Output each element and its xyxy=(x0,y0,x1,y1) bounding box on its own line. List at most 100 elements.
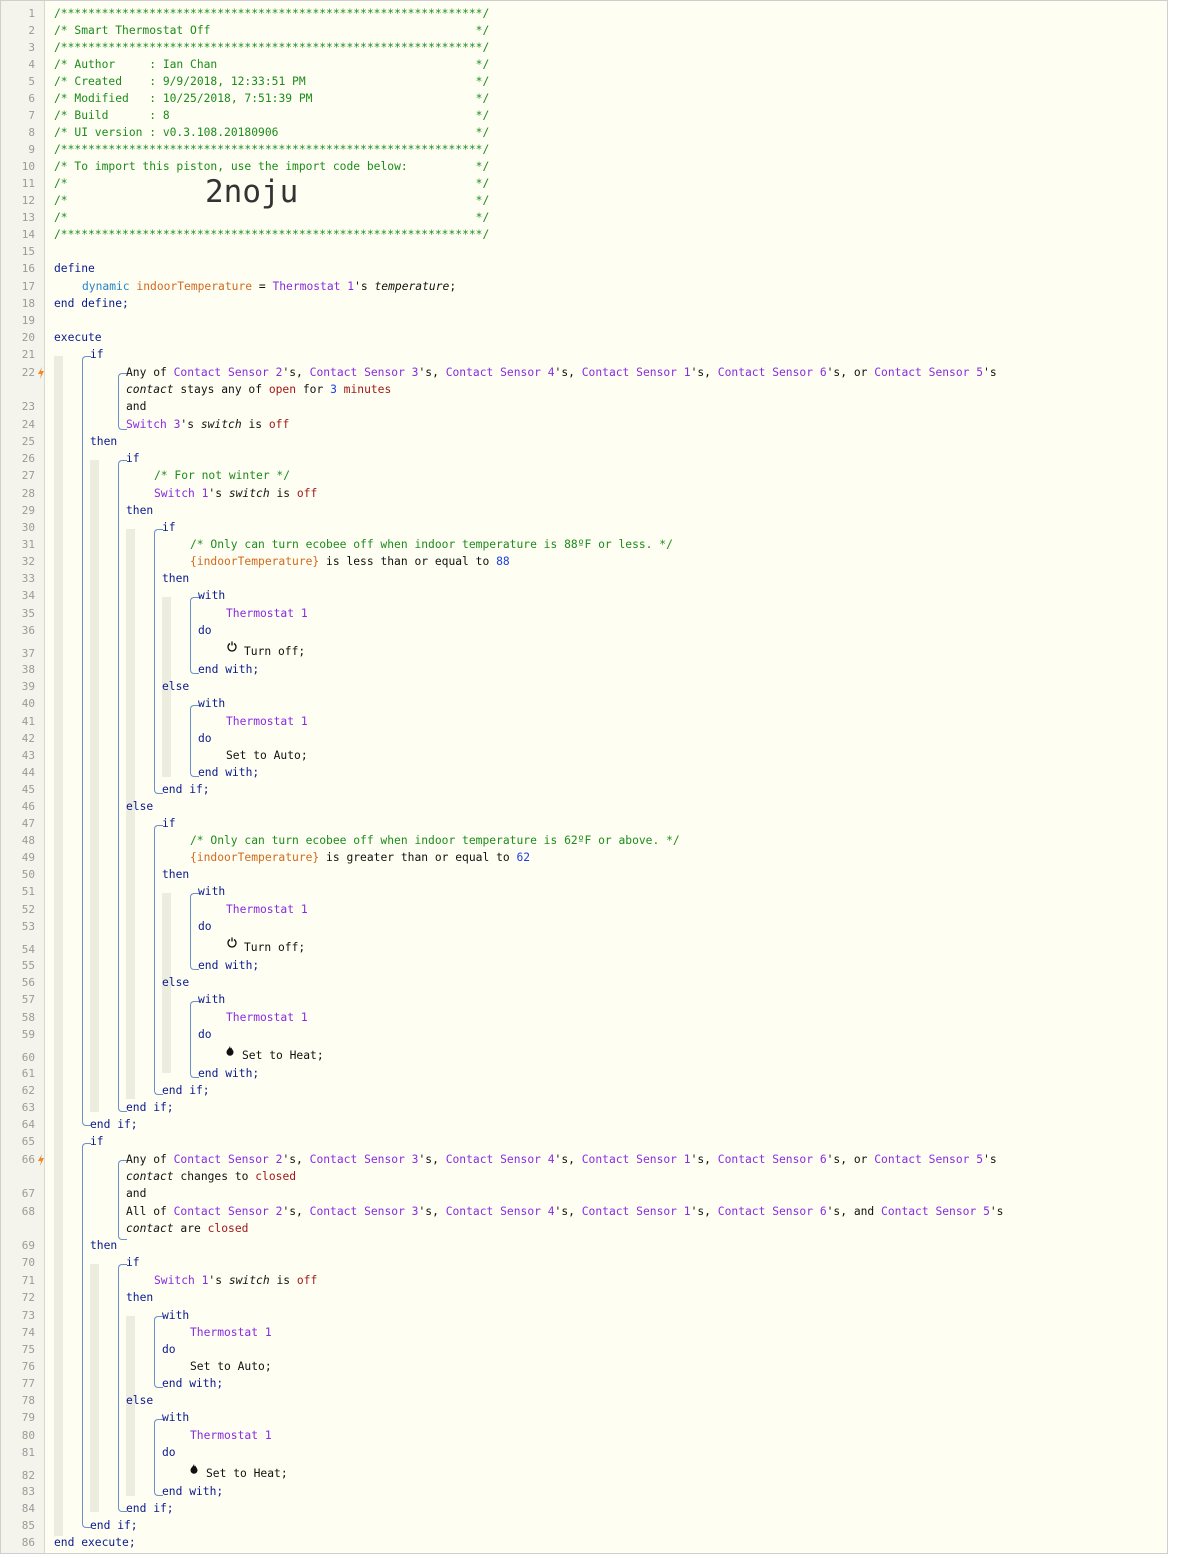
code-line[interactable]: with xyxy=(198,589,225,603)
token-dev[interactable]: Contact Sensor 3 xyxy=(310,1153,419,1166)
code-line[interactable]: if xyxy=(126,1256,140,1270)
code-line[interactable]: Any of Contact Sensor 2's, Contact Senso… xyxy=(126,366,997,380)
code-line[interactable]: else xyxy=(126,800,153,814)
code-line[interactable]: then xyxy=(90,435,117,449)
token-dev[interactable]: Contact Sensor 5 xyxy=(874,366,983,379)
code-line[interactable]: else xyxy=(162,976,189,990)
token-dev[interactable]: Contact Sensor 2 xyxy=(174,1153,283,1166)
code-line[interactable]: else xyxy=(162,680,189,694)
code-line[interactable]: then xyxy=(90,1239,117,1253)
code-line[interactable]: else xyxy=(126,1394,153,1408)
code-line[interactable]: do xyxy=(162,1446,176,1460)
code-line[interactable]: Switch 1's switch is off xyxy=(154,487,317,501)
code-line[interactable]: then xyxy=(126,504,153,518)
code-line[interactable]: Set to Auto; xyxy=(190,1360,272,1374)
token-dev[interactable]: Contact Sensor 2 xyxy=(174,1205,283,1218)
code-line[interactable]: /* To import this piston, use the import… xyxy=(54,160,489,174)
token-dev[interactable]: Contact Sensor 6 xyxy=(718,366,827,379)
token-var[interactable]: {indoorTemperature} xyxy=(190,851,319,864)
code-line[interactable]: and xyxy=(126,400,146,414)
code-line[interactable]: do xyxy=(198,1028,212,1042)
code-line[interactable]: with xyxy=(162,1411,189,1425)
code-line[interactable]: with xyxy=(198,993,225,1007)
code-line[interactable]: with xyxy=(198,885,225,899)
code-line[interactable]: end define; xyxy=(54,297,129,311)
code-line[interactable]: Set to Heat; xyxy=(242,1049,324,1063)
token-dev[interactable]: Thermostat 1 xyxy=(190,1326,272,1339)
code-line[interactable]: if xyxy=(90,348,104,362)
token-dev[interactable]: Contact Sensor 1 xyxy=(582,366,691,379)
code-line[interactable]: do xyxy=(198,624,212,638)
code-line[interactable]: {indoorTemperature} is greater than or e… xyxy=(190,851,530,865)
code-line[interactable]: /* Only can turn ecobee off when indoor … xyxy=(190,834,680,848)
code-line[interactable]: if xyxy=(162,817,176,831)
token-dev[interactable]: Contact Sensor 3 xyxy=(310,1205,419,1218)
token-dev[interactable]: Contact Sensor 2 xyxy=(174,366,283,379)
code-line[interactable]: /* UI version : v0.3.108.20180906 */ xyxy=(54,126,489,140)
code-line[interactable]: with xyxy=(162,1309,189,1323)
code-line[interactable]: Set to Auto; xyxy=(226,749,308,763)
code-line[interactable]: /***************************************… xyxy=(54,143,489,157)
code-line[interactable]: end with; xyxy=(198,663,259,677)
code-line[interactable]: Turn off; xyxy=(244,941,305,955)
token-dev[interactable]: Contact Sensor 4 xyxy=(446,1153,555,1166)
token-dev[interactable]: Contact Sensor 5 xyxy=(874,1153,983,1166)
token-dev[interactable]: Thermostat 1 xyxy=(226,607,308,620)
token-dev[interactable]: Thermostat 1 xyxy=(226,903,308,916)
token-dev[interactable]: Thermostat 1 xyxy=(226,1011,308,1024)
token-dev[interactable]: Contact Sensor 5 xyxy=(881,1205,990,1218)
code-line[interactable]: end if; xyxy=(126,1502,174,1516)
code-line[interactable]: then xyxy=(162,868,189,882)
code-line[interactable]: if xyxy=(126,452,140,466)
code-line[interactable]: /***************************************… xyxy=(54,7,489,21)
code-line[interactable]: Switch 1's switch is off xyxy=(154,1274,317,1288)
token-dev[interactable]: Thermostat 1 xyxy=(226,715,308,728)
code-line[interactable]: /***************************************… xyxy=(54,228,489,242)
token-dev[interactable]: Switch 1 xyxy=(154,1274,208,1287)
code-line[interactable]: end execute; xyxy=(54,1536,136,1550)
code-line[interactable]: dynamic indoorTemperature = Thermostat 1… xyxy=(82,280,456,294)
code-line[interactable]: /* Smart Thermostat Off */ xyxy=(54,24,489,38)
code-line[interactable]: end with; xyxy=(162,1377,223,1391)
code-line[interactable]: /* Author : Ian Chan */ xyxy=(54,58,489,72)
code-line[interactable]: Set to Heat; xyxy=(206,1467,288,1481)
code-line[interactable]: /* For not winter */ xyxy=(154,469,290,483)
code-line[interactable]: end if; xyxy=(90,1118,138,1132)
code-line[interactable]: /* */ xyxy=(54,194,489,208)
code-line[interactable]: contact changes to closed xyxy=(126,1170,296,1184)
code-line[interactable]: /* Modified : 10/25/2018, 7:51:39 PM */ xyxy=(54,92,489,106)
code-line[interactable]: with xyxy=(198,697,225,711)
code-line[interactable]: end with; xyxy=(198,766,259,780)
code-line[interactable]: /* Created : 9/9/2018, 12:33:51 PM */ xyxy=(54,75,489,89)
code-line[interactable]: Thermostat 1 xyxy=(226,903,308,917)
code-line[interactable]: then xyxy=(126,1291,153,1305)
code-line[interactable]: Thermostat 1 xyxy=(226,607,308,621)
code-line[interactable]: do xyxy=(162,1343,176,1357)
code-line[interactable]: and xyxy=(126,1187,146,1201)
code-line[interactable]: if xyxy=(90,1135,104,1149)
token-dev[interactable]: Contact Sensor 6 xyxy=(718,1205,827,1218)
code-line[interactable]: {indoorTemperature} is less than or equa… xyxy=(190,555,510,569)
token-dev[interactable]: Contact Sensor 3 xyxy=(310,366,419,379)
code-line[interactable]: All of Contact Sensor 2's, Contact Senso… xyxy=(126,1205,1003,1219)
token-dev[interactable]: Switch 3 xyxy=(126,418,180,431)
token-dev[interactable]: Contact Sensor 4 xyxy=(446,366,555,379)
code-line[interactable]: Thermostat 1 xyxy=(226,1011,308,1025)
token-dev[interactable]: Contact Sensor 1 xyxy=(582,1153,691,1166)
code-line[interactable]: Turn off; xyxy=(244,645,305,659)
code-line[interactable]: Thermostat 1 xyxy=(190,1429,272,1443)
code-line[interactable]: end if; xyxy=(126,1101,174,1115)
code-line[interactable]: end with; xyxy=(198,959,259,973)
token-dev[interactable]: Contact Sensor 6 xyxy=(718,1153,827,1166)
code-line[interactable]: /* Only can turn ecobee off when indoor … xyxy=(190,538,673,552)
code-line[interactable]: do xyxy=(198,920,212,934)
token-dev[interactable]: Thermostat 1 xyxy=(190,1429,272,1442)
code-line[interactable]: if xyxy=(162,521,176,535)
token-var[interactable]: indoorTemperature xyxy=(136,280,252,293)
token-dev[interactable]: Thermostat 1 xyxy=(272,280,354,293)
code-line[interactable]: end with; xyxy=(198,1067,259,1081)
code-line[interactable]: /* */ xyxy=(54,211,489,225)
code-line[interactable]: Any of Contact Sensor 2's, Contact Senso… xyxy=(126,1153,997,1167)
code-line[interactable]: /* */ xyxy=(54,177,489,191)
code-line[interactable]: Thermostat 1 xyxy=(226,715,308,729)
